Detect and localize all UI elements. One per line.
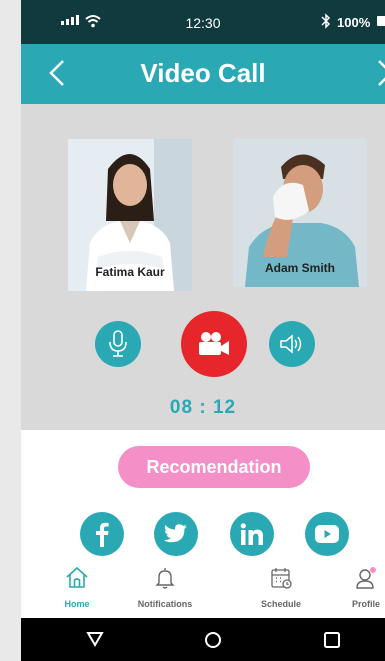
nav-label-home: Home <box>64 599 90 609</box>
participant-name-1: Fatima Kaur <box>95 265 165 279</box>
nav-label-notifications: Notifications <box>137 599 193 609</box>
microphone-icon <box>109 330 127 357</box>
bottom-navigation: Home Notifications Schedule Profile <box>21 560 385 618</box>
facebook-icon <box>96 522 109 547</box>
home-circle-icon[interactable] <box>204 631 222 649</box>
home-icon <box>66 566 88 588</box>
participant-tile-1: Fatima Kaur <box>68 139 192 291</box>
speaker-button[interactable] <box>269 321 315 367</box>
nav-label-profile: Profile <box>351 599 380 609</box>
battery-icon <box>377 16 385 26</box>
forward-chevron-icon[interactable] <box>373 58 385 88</box>
recommendation-button[interactable]: Recomendation <box>118 446 310 488</box>
participant-tile-2: Adam Smith <box>233 139 367 287</box>
youtube-button[interactable] <box>305 512 349 556</box>
speaker-icon <box>280 334 302 354</box>
page-title: Video Call <box>140 58 266 88</box>
linkedin-icon <box>240 523 263 545</box>
participant-name-2: Adam Smith <box>264 261 335 275</box>
recent-apps-icon[interactable] <box>323 631 341 649</box>
video-call-area: Fatima Kaur Adam Smith 08: 12 <box>21 104 385 430</box>
bluetooth-icon <box>321 13 331 29</box>
nav-item-profile[interactable]: Profile <box>321 566 385 609</box>
status-bar: 12:30 100% <box>21 0 385 44</box>
bell-icon <box>155 568 175 589</box>
app-header: Video Call <box>21 44 385 104</box>
microphone-button[interactable] <box>95 321 141 367</box>
nav-item-schedule[interactable]: Schedule <box>236 566 326 609</box>
nav-item-home[interactable]: Home <box>32 566 122 609</box>
nav-item-notifications[interactable]: Notifications <box>120 566 210 609</box>
twitter-icon <box>164 524 187 543</box>
youtube-icon <box>315 525 339 543</box>
profile-icon <box>356 567 376 589</box>
linkedin-button[interactable] <box>230 512 274 556</box>
video-camera-icon <box>199 332 229 355</box>
video-camera-button[interactable] <box>181 311 247 377</box>
nav-label-schedule: Schedule <box>260 599 301 609</box>
back-triangle-icon[interactable] <box>86 631 104 647</box>
system-navigation-bar <box>21 618 385 661</box>
battery-percentage: 100% <box>337 15 371 30</box>
twitter-button[interactable] <box>154 512 198 556</box>
call-timer: 08 : 12 <box>169 397 237 418</box>
facebook-button[interactable] <box>80 512 124 556</box>
calendar-clock-icon <box>271 568 292 589</box>
phone-screen: 12:30 100% Video Call Fatima Kaur Adam S… <box>21 0 385 661</box>
